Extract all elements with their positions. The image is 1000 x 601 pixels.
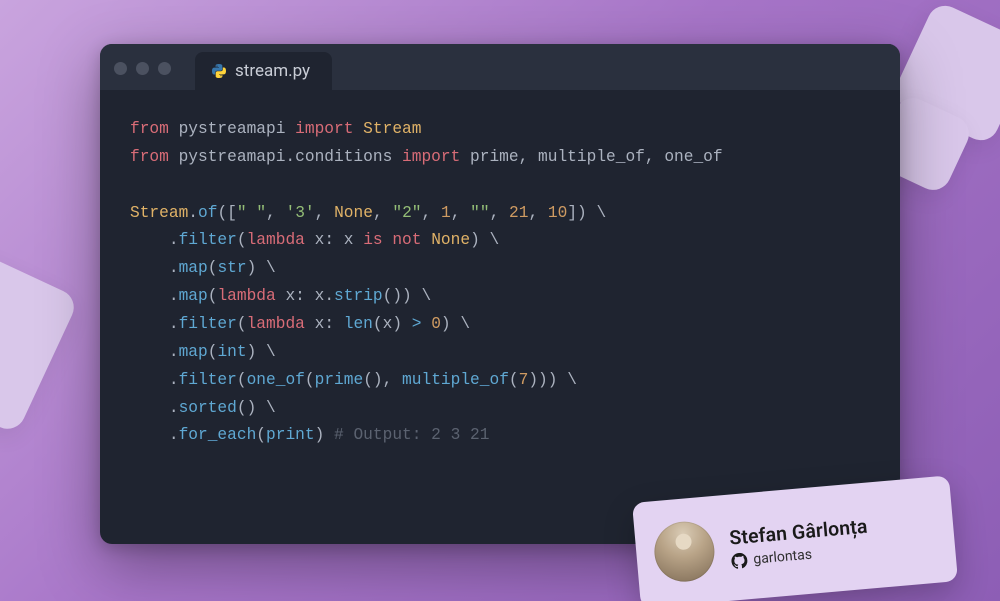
code-line: .map(int) \ [130,339,870,367]
code-line [130,172,870,200]
code-line: .filter(lambda x: x is not None) \ [130,227,870,255]
code-editor-content[interactable]: from pystreamapi import Streamfrom pystr… [100,90,900,544]
code-line: .filter(lambda x: len(x) > 0) \ [130,311,870,339]
code-line: from pystreamapi import Stream [130,116,870,144]
avatar [652,519,717,584]
code-line: .for_each(print) # Output: 2 3 21 [130,422,870,450]
author-handle-text: garlontas [753,546,813,567]
code-line: .map(str) \ [130,255,870,283]
tab-stream-py[interactable]: stream.py [195,52,332,90]
author-text: Stefan Gârlonța garlontas [728,514,870,569]
decor-square [0,235,80,434]
python-icon [211,63,227,79]
code-line: .sorted() \ [130,395,870,423]
github-icon [731,552,748,569]
editor-titlebar: stream.py [100,44,900,90]
maximize-icon[interactable] [158,62,171,75]
code-line: from pystreamapi.conditions import prime… [130,144,870,172]
code-line: Stream.of([" ", '3', None, "2", 1, "", 2… [130,200,870,228]
code-line: .map(lambda x: x.strip()) \ [130,283,870,311]
editor-window: stream.py from pystreamapi import Stream… [100,44,900,544]
tab-filename: stream.py [235,61,310,81]
close-icon[interactable] [114,62,127,75]
code-line: .filter(one_of(prime(), multiple_of(7)))… [130,367,870,395]
window-controls[interactable] [114,62,171,75]
minimize-icon[interactable] [136,62,149,75]
